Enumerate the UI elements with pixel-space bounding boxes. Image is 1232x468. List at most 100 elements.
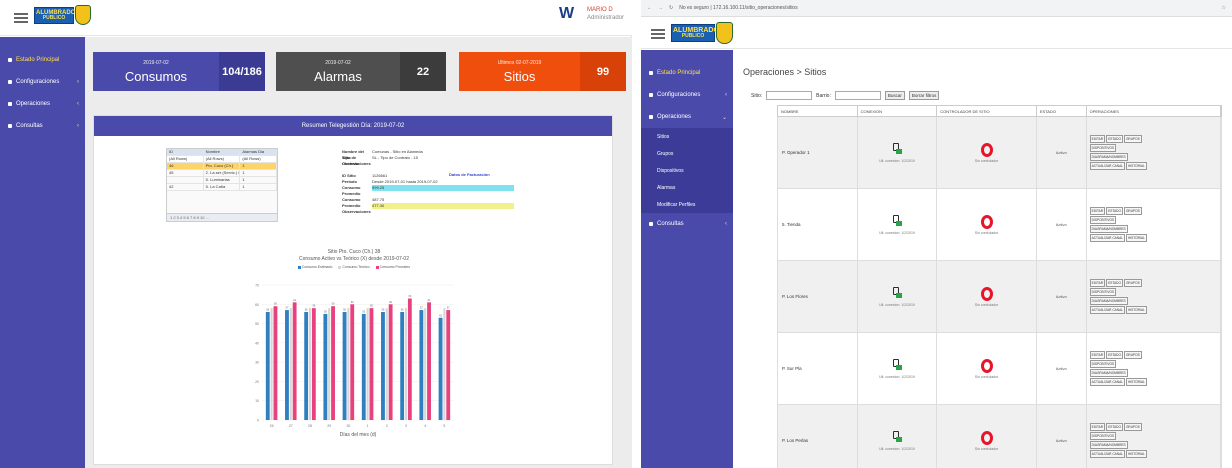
action-button[interactable]: HISTORIAL — [1125, 378, 1147, 386]
action-button[interactable]: HISTORIAL — [1125, 162, 1147, 170]
action-button[interactable]: EDITAR — [1089, 351, 1106, 359]
bar-consumo-estimado[interactable] — [342, 312, 347, 420]
plug-connection-icon[interactable] — [892, 142, 902, 157]
column-header[interactable]: OPERACIONES — [1087, 106, 1221, 116]
action-button[interactable]: DISPOSITIVOS — [1089, 144, 1117, 152]
url-field[interactable]: No es seguro | 172.16.100.11/sitio_opera… — [679, 5, 1215, 11]
action-button[interactable]: DIAGRAMA/NOMBRES — [1089, 153, 1128, 161]
table-row[interactable]: P. Los Perlas Ult. conexion: 1/2/2019 Si… — [777, 405, 1222, 468]
bar-consumo-estimado[interactable] — [304, 312, 309, 420]
action-button[interactable]: ACTUALIZAR CANAL — [1089, 378, 1125, 386]
bar-consumo-teórico[interactable] — [366, 308, 369, 420]
action-button[interactable]: GRUPOS — [1123, 351, 1142, 359]
bar-consumo-teórico[interactable] — [385, 308, 388, 420]
no-controller-icon[interactable] — [980, 142, 993, 157]
sites-mini-table[interactable]: ID Nombre Alarmas Dia (All Rows) (All Ro… — [166, 148, 278, 222]
sidebar-item-operaciones[interactable]: Operaciones ⌄ — [641, 106, 733, 128]
bar-consumo-prorrateo[interactable] — [292, 302, 297, 420]
action-button[interactable]: GRUPOS — [1123, 207, 1142, 215]
action-button[interactable]: DISPOSITIVOS — [1089, 360, 1117, 368]
sidebar-item-configuraciones[interactable]: Configuraciones ‹ — [641, 84, 733, 106]
bar-consumo-estimado[interactable] — [361, 313, 366, 420]
menu-toggle-icon[interactable] — [14, 13, 28, 23]
bar-consumo-prorrateo[interactable] — [273, 306, 278, 420]
action-button[interactable]: DIAGRAMA/NOMBRES — [1089, 369, 1128, 377]
action-button[interactable]: EDITAR — [1089, 135, 1106, 143]
no-controller-icon[interactable] — [980, 286, 993, 301]
menu-toggle-icon[interactable] — [651, 29, 665, 39]
bar-consumo-teórico[interactable] — [404, 308, 408, 420]
sidebar-item-estado-principal[interactable]: Estado Principal — [0, 49, 85, 71]
browser-address-bar[interactable]: ← → ↻ No es seguro | 172.16.100.11/sitio… — [641, 0, 1232, 17]
plug-connection-icon[interactable] — [892, 358, 902, 373]
action-button[interactable]: ACTUALIZAR CANAL — [1089, 450, 1125, 458]
filter-select[interactable]: (All Rows) — [240, 156, 278, 162]
bar-consumo-estimado[interactable] — [400, 312, 405, 420]
card-alarmas[interactable]: 2019-07-02 Alarmas 22 — [276, 52, 446, 91]
sidebar-subitem-dispositivos[interactable]: Dispositivos — [641, 162, 733, 179]
legend-item[interactable]: Consumo Teórico — [338, 265, 370, 269]
action-button[interactable]: DISPOSITIVOS — [1089, 432, 1117, 440]
bar-consumo-prorrateo[interactable] — [350, 304, 355, 420]
clear-filters-button[interactable]: Borrar filtros — [908, 91, 940, 100]
table-pager[interactable]: 1 2 3 4 5 6 7 8 9 10 ... — [167, 213, 277, 221]
legend-item[interactable]: Consumo Estimado — [297, 265, 332, 269]
table-row[interactable]: P. Los Flores Ult. conexion: 1/2/2019 Si… — [777, 261, 1222, 333]
action-button[interactable]: EDITAR — [1089, 279, 1106, 287]
back-icon[interactable]: ← — [647, 5, 652, 11]
card-sitios[interactable]: Ultimos 02-07-2019 Sitios 99 — [459, 52, 626, 91]
action-button[interactable]: DIAGRAMA/NOMBRES — [1089, 225, 1128, 233]
action-button[interactable]: GRUPOS — [1123, 135, 1142, 143]
action-button[interactable]: ESTADO — [1106, 207, 1123, 215]
action-button[interactable]: HISTORIAL — [1125, 306, 1147, 314]
sidebar-subitem-alarmas[interactable]: Alarmas — [641, 179, 733, 196]
app-logo[interactable]: ALUMBRADO PUBLICO — [34, 5, 91, 25]
bar-consumo-prorrateo[interactable] — [446, 310, 451, 420]
sidebar-item-consultas[interactable]: Consultas ‹ — [0, 115, 85, 137]
action-button[interactable]: ESTADO — [1106, 279, 1123, 287]
column-header[interactable]: ID — [167, 149, 204, 155]
table-row[interactable]: 46 Pto. Cuco (Ch.) 1 — [167, 163, 278, 170]
bar-consumo-prorrateo[interactable] — [331, 306, 335, 420]
no-controller-icon[interactable] — [980, 430, 993, 445]
no-controller-icon[interactable] — [980, 214, 993, 229]
bar-consumo-estimado[interactable] — [285, 310, 289, 420]
sidebar-subitem-sitios[interactable]: Sitios — [641, 128, 733, 145]
bar-consumo-estimado[interactable] — [419, 310, 424, 420]
sidebar-subitem-modificar-perfiles[interactable]: Modificar Perfiles — [641, 196, 733, 213]
action-button[interactable]: DISPOSITIVOS — [1089, 216, 1117, 224]
action-button[interactable]: EDITAR — [1089, 423, 1106, 431]
action-button[interactable]: ACTUALIZAR CANAL — [1089, 234, 1125, 242]
table-row[interactable]: P. Operador 1 Ult. conexion: 1/2/2019 Si… — [777, 117, 1222, 189]
bar-consumo-estimado[interactable] — [381, 312, 385, 420]
user-menu[interactable]: W MARIO D Administrador — [559, 6, 624, 22]
filter-select[interactable]: (All Rows) — [167, 156, 204, 162]
bar-consumo-teórico[interactable] — [347, 308, 350, 420]
barrio-input[interactable] — [834, 91, 881, 100]
plug-connection-icon[interactable] — [892, 286, 902, 301]
bar-consumo-prorrateo[interactable] — [388, 304, 393, 420]
bar-consumo-estimado[interactable] — [438, 317, 443, 420]
bar-consumo-teórico[interactable] — [270, 308, 273, 420]
column-header[interactable]: Nombre — [204, 149, 241, 155]
action-button[interactable]: EDITAR — [1089, 207, 1106, 215]
action-button[interactable]: ESTADO — [1106, 135, 1123, 143]
action-button[interactable]: ACTUALIZAR CANAL — [1089, 306, 1125, 314]
sidebar-item-consultas[interactable]: Consultas ‹ — [641, 213, 733, 235]
sitio-input[interactable] — [766, 91, 813, 100]
bar-consumo-teórico[interactable] — [308, 308, 312, 420]
column-header[interactable]: ESTADO — [1037, 106, 1087, 116]
sidebar-item-estado-principal[interactable]: Estado Principal — [641, 62, 733, 84]
bar-consumo-teórico[interactable] — [424, 308, 427, 420]
sidebar-subitem-grupos[interactable]: Grupos — [641, 145, 733, 162]
action-button[interactable]: HISTORIAL — [1125, 234, 1147, 242]
sidebar-item-configuraciones[interactable]: Configuraciones ‹ — [0, 71, 85, 93]
action-button[interactable]: ESTADO — [1106, 423, 1123, 431]
bar-consumo-prorrateo[interactable] — [369, 308, 374, 420]
action-button[interactable]: ESTADO — [1106, 351, 1123, 359]
column-header[interactable]: CONTROLADOR DE SITIO — [937, 106, 1037, 116]
action-button[interactable]: HISTORIAL — [1125, 450, 1147, 458]
column-header[interactable]: CONEXION — [858, 106, 938, 116]
bar-consumo-estimado[interactable] — [265, 312, 270, 420]
column-header[interactable]: NOMBRE — [778, 106, 858, 116]
